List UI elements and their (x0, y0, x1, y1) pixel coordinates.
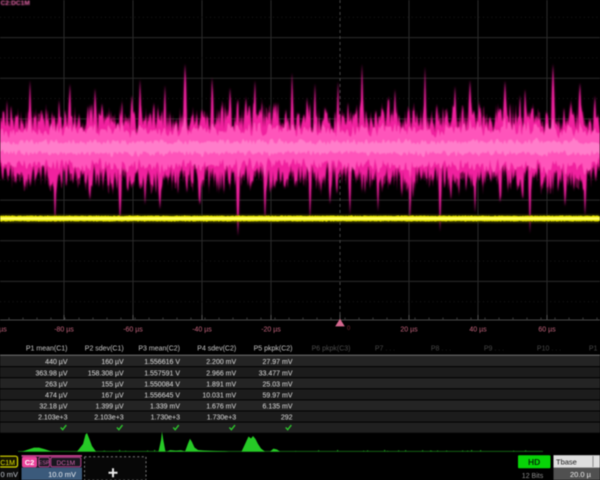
svg-text:60 µs: 60 µs (538, 327, 556, 334)
svg-text:474 µV: 474 µV (45, 393, 68, 400)
svg-text:263 µV: 263 µV (45, 381, 68, 388)
svg-text:-80 µs: -80 µs (54, 327, 74, 334)
svg-text:-60 µs: -60 µs (123, 327, 143, 334)
svg-text:DC1M: DC1M (56, 460, 75, 467)
svg-text:ESP: ESP (38, 461, 49, 467)
svg-text:-40 µs: -40 µs (192, 327, 212, 334)
svg-text:1.550084 V: 1.550084 V (144, 381, 180, 388)
svg-text:P4 sdev(C2): P4 sdev(C2) (197, 346, 236, 353)
svg-text:P3 mean(C2): P3 mean(C2) (138, 346, 180, 353)
svg-text:P9 . . .: P9 . . . (484, 346, 504, 353)
svg-text:6.135 mV: 6.135 mV (263, 404, 293, 411)
svg-text:292: 292 (281, 415, 293, 422)
svg-text:33.477 mV: 33.477 mV (259, 370, 293, 377)
svg-text:12 Bits: 12 Bits (522, 473, 544, 480)
svg-text:1.339 mV: 1.339 mV (150, 404, 180, 411)
svg-text:59.97 mV: 59.97 mV (263, 393, 293, 400)
svg-text:440 µV: 440 µV (45, 359, 68, 366)
svg-text:2.200 mV: 2.200 mV (206, 359, 236, 366)
svg-text:363.98 µV: 363.98 µV (35, 370, 67, 377)
svg-text:Tbase: Tbase (556, 458, 577, 467)
svg-text:20.0 µ: 20.0 µ (570, 470, 592, 479)
svg-text:10.0 mV: 10.0 mV (48, 470, 76, 479)
svg-text:1.556616 V: 1.556616 V (144, 359, 180, 366)
svg-text:1.676 mV: 1.676 mV (206, 404, 236, 411)
svg-text:1.730e+3: 1.730e+3 (207, 415, 236, 422)
svg-text:2.103e+3: 2.103e+3 (38, 415, 67, 422)
svg-text:2.103e+3: 2.103e+3 (94, 415, 123, 422)
svg-text:32.18 µV: 32.18 µV (39, 404, 67, 411)
svg-text:40 µs: 40 µs (469, 327, 487, 334)
svg-text:C2: C2 (25, 458, 35, 467)
svg-text:2.966 mV: 2.966 mV (206, 370, 236, 377)
svg-text:P8 . . .: P8 . . . (431, 346, 451, 353)
svg-text:25.03 mV: 25.03 mV (263, 381, 293, 388)
svg-text:1.556645 V: 1.556645 V (144, 393, 180, 400)
svg-text:20 µs: 20 µs (400, 327, 418, 334)
svg-text:P2 sdev(C1): P2 sdev(C1) (85, 346, 124, 353)
svg-text:27.97 mV: 27.97 mV (263, 359, 293, 366)
svg-text:P1 mean(C1): P1 mean(C1) (26, 346, 68, 353)
svg-text:1.557591 V: 1.557591 V (144, 370, 180, 377)
svg-text:155 µV: 155 µV (101, 381, 124, 388)
svg-text:10.031 mV: 10.031 mV (202, 393, 236, 400)
svg-text:P5 pkpk(C2): P5 pkpk(C2) (254, 346, 293, 353)
svg-text:1.891 mV: 1.891 mV (206, 381, 236, 388)
svg-text:P6 pkpk(C3): P6 pkpk(C3) (312, 346, 351, 353)
svg-text:P7 . . .: P7 . . . (375, 346, 395, 353)
svg-text:C2:DC1M: C2:DC1M (1, 0, 31, 7)
svg-text:-100 µs: -100 µs (0, 327, 7, 334)
svg-text:0 mV: 0 mV (0, 470, 18, 479)
svg-text:1.399 µV: 1.399 µV (96, 404, 124, 411)
svg-text:1.730e+3: 1.730e+3 (151, 415, 180, 422)
svg-text:P1 . . .: P1 . . . (589, 346, 600, 353)
svg-text:HD: HD (528, 457, 540, 467)
svg-text:167 µV: 167 µV (101, 393, 124, 400)
svg-text:-20 µs: -20 µs (261, 327, 281, 334)
svg-text:P10 . . .: P10 . . . (537, 346, 561, 353)
svg-text:160 µV: 160 µV (101, 359, 124, 366)
svg-text:DC1M: DC1M (0, 460, 15, 467)
svg-text:158.308 µV: 158.308 µV (88, 370, 124, 377)
